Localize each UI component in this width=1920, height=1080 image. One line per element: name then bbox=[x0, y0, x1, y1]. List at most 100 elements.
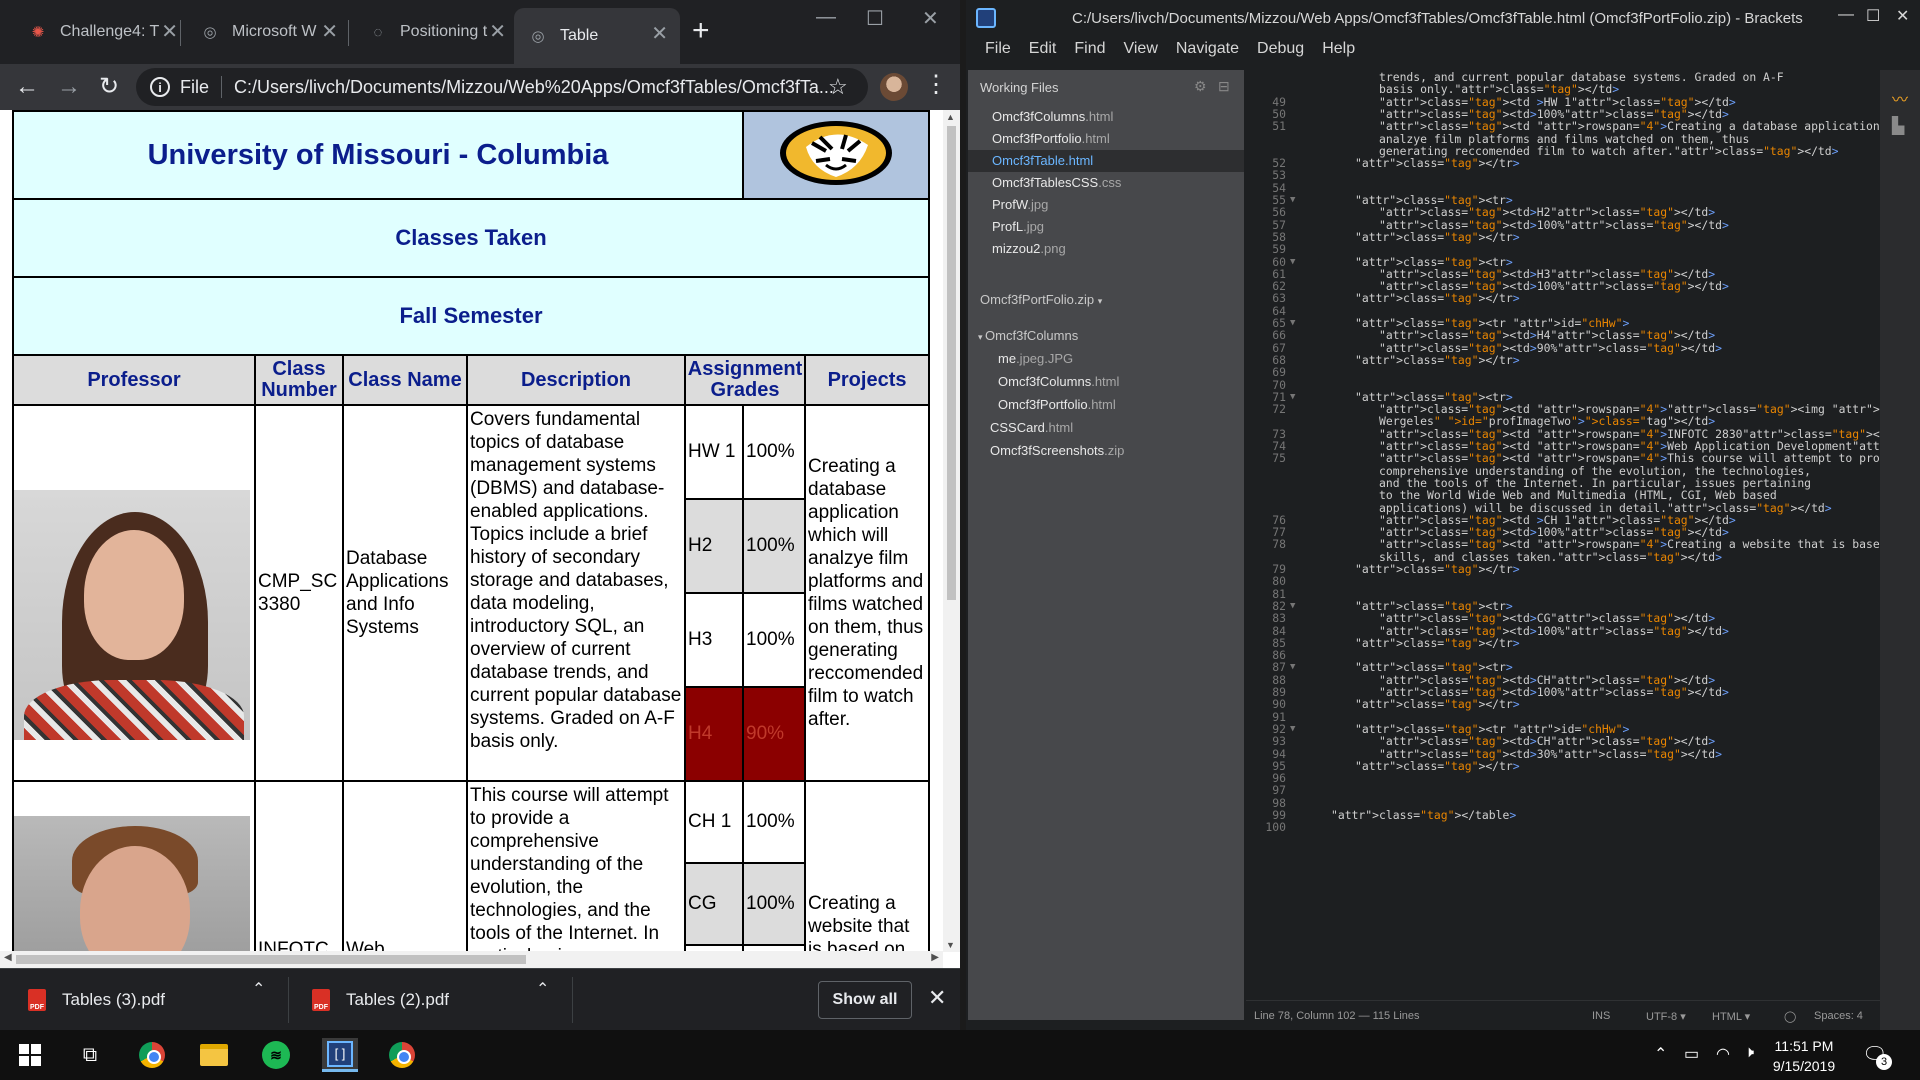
cursor-position: Line 78, Column 102 — 115 Lines bbox=[1254, 1010, 1420, 1022]
volume-mute-icon[interactable]: 🕨 bbox=[1744, 1044, 1754, 1062]
class-description: Covers fundamental topics of database ma… bbox=[466, 404, 686, 782]
tree-file[interactable]: CSSCard.html bbox=[968, 416, 1244, 439]
linter-status-icon[interactable]: ◯ bbox=[1784, 1010, 1796, 1023]
code-editor[interactable]: trends, and current popular database sys… bbox=[1246, 70, 1916, 1000]
grade-score: 100% bbox=[742, 862, 807, 946]
working-file-item[interactable]: ProfW.jpg bbox=[968, 194, 1244, 216]
col-class-name: Class Name bbox=[342, 354, 468, 406]
profile-avatar[interactable] bbox=[880, 73, 908, 101]
new-tab-button[interactable]: + bbox=[692, 16, 710, 46]
menu-debug[interactable]: Debug bbox=[1248, 36, 1313, 66]
menu-help[interactable]: Help bbox=[1313, 36, 1364, 66]
close-window-icon[interactable]: ✕ bbox=[922, 6, 939, 31]
working-file-item-active[interactable]: Omcf3fTable.html bbox=[968, 150, 1244, 172]
close-icon[interactable]: ✕ bbox=[321, 20, 338, 44]
window-title: C:/Users/livch/Documents/Mizzou/Web Apps… bbox=[1072, 10, 1803, 27]
task-view-icon[interactable]: ⧉ bbox=[72, 1038, 108, 1072]
chevron-up-icon[interactable]: ⌃ bbox=[1654, 1044, 1667, 1064]
project-description: Creating a database application which wi… bbox=[804, 404, 931, 782]
tree-file[interactable]: Omcf3fPortfolio.html bbox=[968, 393, 1244, 416]
menu-edit[interactable]: Edit bbox=[1020, 36, 1066, 66]
start-button[interactable] bbox=[12, 1038, 48, 1072]
chevron-up-icon[interactable]: ⌃ bbox=[252, 979, 265, 999]
forward-arrow-icon[interactable]: → bbox=[54, 72, 84, 102]
grade-name: CG bbox=[683, 862, 745, 946]
file-explorer-icon[interactable] bbox=[196, 1038, 232, 1072]
gear-icon[interactable]: ⚙ bbox=[1194, 78, 1207, 95]
working-file-item[interactable]: Omcf3fTablesCSS.css bbox=[968, 172, 1244, 194]
back-arrow-icon[interactable]: ← bbox=[12, 72, 42, 102]
tree-file[interactable]: Omcf3fColumns.html bbox=[968, 370, 1244, 393]
chrome-taskbar-icon[interactable] bbox=[384, 1038, 420, 1072]
encoding-select[interactable]: UTF-8 ▾ bbox=[1646, 1010, 1686, 1023]
professor-photo bbox=[12, 404, 256, 782]
close-window-icon[interactable]: ✕ bbox=[1896, 6, 1909, 26]
menu-file[interactable]: File bbox=[976, 36, 1020, 66]
close-icon[interactable]: ✕ bbox=[651, 22, 668, 46]
insert-mode[interactable]: INS bbox=[1592, 1010, 1610, 1022]
extension-manager-icon[interactable]: ▙ bbox=[1892, 116, 1910, 135]
tree-folder[interactable]: ▾ Omcf3fColumns bbox=[968, 324, 1244, 347]
wifi-icon[interactable]: ◠ bbox=[1716, 1044, 1730, 1064]
close-icon[interactable]: ✕ bbox=[928, 985, 946, 1011]
live-preview-icon[interactable]: 〰 bbox=[1892, 86, 1910, 109]
language-select[interactable]: HTML ▾ bbox=[1712, 1010, 1750, 1023]
scrollbar-thumb[interactable] bbox=[947, 126, 956, 600]
vertical-scrollbar[interactable]: ▲ ▼ bbox=[943, 110, 960, 952]
maximize-icon[interactable]: ☐ bbox=[866, 6, 884, 31]
close-icon[interactable]: ✕ bbox=[489, 20, 506, 44]
tab-microsoft[interactable]: ◎ Microsoft W ✕ bbox=[186, 10, 350, 54]
chevron-up-icon[interactable]: ⌃ bbox=[536, 979, 549, 999]
scroll-up-icon[interactable]: ▲ bbox=[946, 112, 955, 122]
menu-view[interactable]: View bbox=[1114, 36, 1166, 66]
scroll-down-icon[interactable]: ▼ bbox=[946, 940, 955, 950]
close-icon[interactable]: ✕ bbox=[161, 20, 178, 44]
loading-icon: ◌ bbox=[373, 23, 383, 41]
tab-table[interactable]: ◎ Table ✕ bbox=[514, 8, 680, 64]
more-menu-icon[interactable]: ⋮ bbox=[924, 70, 948, 99]
classes-table: University of Missouri - Columbia Classe… bbox=[11, 110, 931, 968]
working-file-item[interactable]: mizzou2.png bbox=[968, 238, 1244, 260]
tab-challenge4[interactable]: ✺ Challenge4: T ✕ bbox=[14, 10, 190, 54]
working-file-item[interactable]: Omcf3fColumns.html bbox=[968, 106, 1244, 128]
tree-file[interactable]: me.jpeg.JPG bbox=[968, 347, 1244, 370]
project-dropdown[interactable]: Omcf3fPortFolio.zip ▾ bbox=[980, 292, 1102, 307]
line-number: 100 bbox=[1265, 820, 1286, 835]
address-bar[interactable]: i File C:/Users/livch/Documents/Mizzou/W… bbox=[136, 68, 868, 106]
indent-spaces[interactable]: Spaces: 4 bbox=[1814, 1010, 1863, 1022]
menu-find[interactable]: Find bbox=[1065, 36, 1114, 66]
maximize-icon[interactable]: ☐ bbox=[1866, 6, 1880, 26]
horizontal-scrollbar[interactable]: ◀ ▶ bbox=[0, 951, 943, 968]
show-all-button[interactable]: Show all bbox=[818, 981, 912, 1019]
menu-navigate[interactable]: Navigate bbox=[1167, 36, 1248, 66]
chrome-taskbar-icon[interactable] bbox=[134, 1038, 170, 1072]
notification-badge: 3 bbox=[1876, 1054, 1892, 1070]
working-file-item[interactable]: ProfL.jpg bbox=[968, 216, 1244, 238]
code-line[interactable]: 100 bbox=[1246, 820, 1886, 835]
brackets-taskbar-icon[interactable]: [ ] bbox=[322, 1038, 358, 1072]
scrollbar-thumb[interactable] bbox=[16, 955, 526, 964]
grade-score: 100% bbox=[742, 592, 807, 688]
bookmark-star-icon[interactable]: ☆ bbox=[828, 74, 848, 100]
mizzou-logo bbox=[742, 110, 931, 200]
tab-positioning[interactable]: ◌ Positioning t ✕ bbox=[354, 10, 518, 54]
minimize-icon[interactable]: — bbox=[816, 6, 836, 29]
system-clock[interactable]: 11:51 PM 9/15/2019 bbox=[1764, 1036, 1844, 1076]
split-view-icon[interactable]: ⊟ bbox=[1218, 78, 1230, 95]
scroll-right-icon[interactable]: ▶ bbox=[931, 952, 939, 963]
minimize-icon[interactable]: — bbox=[1838, 6, 1854, 24]
download-item[interactable]: PDF Tables (2).pdf bbox=[312, 981, 449, 1019]
info-icon[interactable]: i bbox=[150, 77, 170, 97]
download-item[interactable]: PDF Tables (3).pdf bbox=[28, 981, 165, 1019]
professor-image bbox=[14, 816, 250, 956]
tab-divider bbox=[348, 20, 349, 46]
battery-icon[interactable]: ▭ bbox=[1684, 1044, 1699, 1064]
url-text[interactable]: C:/Users/livch/Documents/Mizzou/Web%20Ap… bbox=[234, 77, 834, 98]
tree-file[interactable]: Omcf3fScreenshots.zip bbox=[968, 439, 1244, 462]
col-projects: Projects bbox=[804, 354, 931, 406]
browser-toolbar: ← → ↻ i File C:/Users/livch/Documents/Mi… bbox=[0, 64, 960, 110]
spotify-icon[interactable]: ≋ bbox=[258, 1038, 294, 1072]
scroll-left-icon[interactable]: ◀ bbox=[4, 952, 12, 963]
reload-icon[interactable]: ↻ bbox=[94, 72, 124, 102]
working-file-item[interactable]: Omcf3fPortfolio.html bbox=[968, 128, 1244, 150]
